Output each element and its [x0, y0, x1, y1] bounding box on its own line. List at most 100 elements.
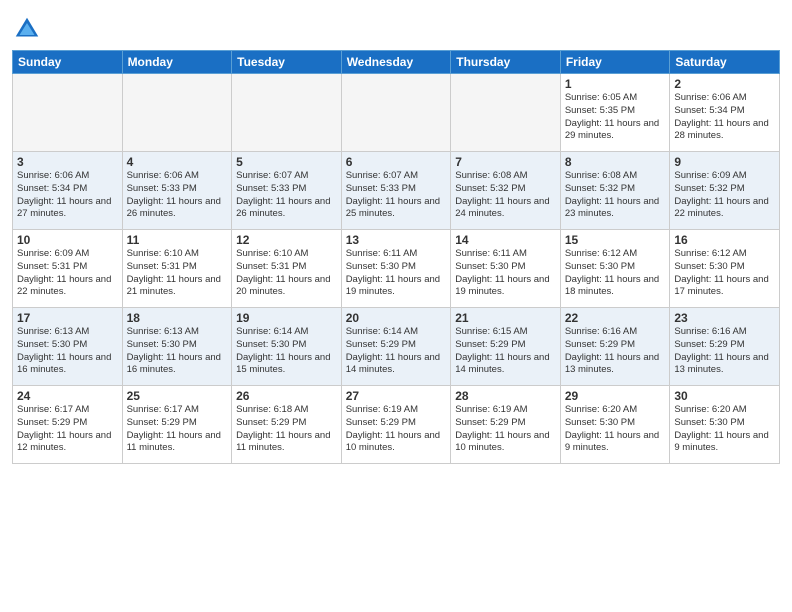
logo [12, 14, 45, 44]
day-number: 4 [127, 155, 228, 169]
day-number: 24 [17, 389, 118, 403]
day-info: Sunrise: 6:07 AM Sunset: 5:33 PM Dayligh… [236, 170, 330, 219]
header-cell-saturday: Saturday [670, 51, 780, 74]
day-info: Sunrise: 6:19 AM Sunset: 5:29 PM Dayligh… [455, 404, 549, 453]
day-info: Sunrise: 6:06 AM Sunset: 5:33 PM Dayligh… [127, 170, 221, 219]
day-info: Sunrise: 6:11 AM Sunset: 5:30 PM Dayligh… [346, 248, 440, 297]
week-row-5: 24Sunrise: 6:17 AM Sunset: 5:29 PM Dayli… [13, 386, 780, 464]
day-info: Sunrise: 6:12 AM Sunset: 5:30 PM Dayligh… [674, 248, 768, 297]
day-number: 10 [17, 233, 118, 247]
day-info: Sunrise: 6:20 AM Sunset: 5:30 PM Dayligh… [674, 404, 768, 453]
day-cell-empty-3 [341, 74, 451, 152]
day-cell-26: 26Sunrise: 6:18 AM Sunset: 5:29 PM Dayli… [232, 386, 342, 464]
header-cell-thursday: Thursday [451, 51, 561, 74]
day-number: 17 [17, 311, 118, 325]
header [12, 10, 780, 44]
day-cell-1: 1Sunrise: 6:05 AM Sunset: 5:35 PM Daylig… [560, 74, 670, 152]
day-cell-20: 20Sunrise: 6:14 AM Sunset: 5:29 PM Dayli… [341, 308, 451, 386]
day-cell-2: 2Sunrise: 6:06 AM Sunset: 5:34 PM Daylig… [670, 74, 780, 152]
day-number: 1 [565, 77, 666, 91]
day-cell-30: 30Sunrise: 6:20 AM Sunset: 5:30 PM Dayli… [670, 386, 780, 464]
day-cell-15: 15Sunrise: 6:12 AM Sunset: 5:30 PM Dayli… [560, 230, 670, 308]
day-info: Sunrise: 6:16 AM Sunset: 5:29 PM Dayligh… [565, 326, 659, 375]
day-cell-27: 27Sunrise: 6:19 AM Sunset: 5:29 PM Dayli… [341, 386, 451, 464]
day-number: 16 [674, 233, 775, 247]
header-cell-friday: Friday [560, 51, 670, 74]
day-number: 14 [455, 233, 556, 247]
logo-icon [12, 14, 42, 44]
day-number: 15 [565, 233, 666, 247]
day-number: 22 [565, 311, 666, 325]
day-number: 21 [455, 311, 556, 325]
day-cell-24: 24Sunrise: 6:17 AM Sunset: 5:29 PM Dayli… [13, 386, 123, 464]
day-cell-empty-4 [451, 74, 561, 152]
day-number: 20 [346, 311, 447, 325]
day-number: 25 [127, 389, 228, 403]
day-number: 13 [346, 233, 447, 247]
day-number: 18 [127, 311, 228, 325]
day-cell-empty-0 [13, 74, 123, 152]
day-number: 3 [17, 155, 118, 169]
week-row-1: 1Sunrise: 6:05 AM Sunset: 5:35 PM Daylig… [13, 74, 780, 152]
day-info: Sunrise: 6:17 AM Sunset: 5:29 PM Dayligh… [17, 404, 111, 453]
day-number: 9 [674, 155, 775, 169]
week-row-4: 17Sunrise: 6:13 AM Sunset: 5:30 PM Dayli… [13, 308, 780, 386]
day-cell-4: 4Sunrise: 6:06 AM Sunset: 5:33 PM Daylig… [122, 152, 232, 230]
day-cell-7: 7Sunrise: 6:08 AM Sunset: 5:32 PM Daylig… [451, 152, 561, 230]
day-cell-19: 19Sunrise: 6:14 AM Sunset: 5:30 PM Dayli… [232, 308, 342, 386]
week-row-3: 10Sunrise: 6:09 AM Sunset: 5:31 PM Dayli… [13, 230, 780, 308]
day-cell-13: 13Sunrise: 6:11 AM Sunset: 5:30 PM Dayli… [341, 230, 451, 308]
day-number: 8 [565, 155, 666, 169]
day-info: Sunrise: 6:10 AM Sunset: 5:31 PM Dayligh… [127, 248, 221, 297]
day-info: Sunrise: 6:13 AM Sunset: 5:30 PM Dayligh… [127, 326, 221, 375]
day-info: Sunrise: 6:14 AM Sunset: 5:30 PM Dayligh… [236, 326, 330, 375]
header-cell-monday: Monday [122, 51, 232, 74]
day-cell-3: 3Sunrise: 6:06 AM Sunset: 5:34 PM Daylig… [13, 152, 123, 230]
day-info: Sunrise: 6:10 AM Sunset: 5:31 PM Dayligh… [236, 248, 330, 297]
day-number: 30 [674, 389, 775, 403]
day-cell-22: 22Sunrise: 6:16 AM Sunset: 5:29 PM Dayli… [560, 308, 670, 386]
calendar: SundayMondayTuesdayWednesdayThursdayFrid… [12, 50, 780, 464]
day-info: Sunrise: 6:11 AM Sunset: 5:30 PM Dayligh… [455, 248, 549, 297]
day-info: Sunrise: 6:20 AM Sunset: 5:30 PM Dayligh… [565, 404, 659, 453]
day-cell-28: 28Sunrise: 6:19 AM Sunset: 5:29 PM Dayli… [451, 386, 561, 464]
day-number: 23 [674, 311, 775, 325]
day-number: 19 [236, 311, 337, 325]
day-info: Sunrise: 6:09 AM Sunset: 5:32 PM Dayligh… [674, 170, 768, 219]
day-cell-23: 23Sunrise: 6:16 AM Sunset: 5:29 PM Dayli… [670, 308, 780, 386]
day-cell-empty-2 [232, 74, 342, 152]
day-number: 26 [236, 389, 337, 403]
day-info: Sunrise: 6:14 AM Sunset: 5:29 PM Dayligh… [346, 326, 440, 375]
day-cell-14: 14Sunrise: 6:11 AM Sunset: 5:30 PM Dayli… [451, 230, 561, 308]
day-cell-9: 9Sunrise: 6:09 AM Sunset: 5:32 PM Daylig… [670, 152, 780, 230]
day-cell-6: 6Sunrise: 6:07 AM Sunset: 5:33 PM Daylig… [341, 152, 451, 230]
day-info: Sunrise: 6:18 AM Sunset: 5:29 PM Dayligh… [236, 404, 330, 453]
day-info: Sunrise: 6:08 AM Sunset: 5:32 PM Dayligh… [455, 170, 549, 219]
day-number: 29 [565, 389, 666, 403]
calendar-header: SundayMondayTuesdayWednesdayThursdayFrid… [13, 51, 780, 74]
day-number: 28 [455, 389, 556, 403]
calendar-body: 1Sunrise: 6:05 AM Sunset: 5:35 PM Daylig… [13, 74, 780, 464]
day-cell-empty-1 [122, 74, 232, 152]
day-cell-10: 10Sunrise: 6:09 AM Sunset: 5:31 PM Dayli… [13, 230, 123, 308]
day-number: 5 [236, 155, 337, 169]
day-info: Sunrise: 6:06 AM Sunset: 5:34 PM Dayligh… [674, 92, 768, 141]
day-info: Sunrise: 6:13 AM Sunset: 5:30 PM Dayligh… [17, 326, 111, 375]
header-cell-tuesday: Tuesday [232, 51, 342, 74]
day-info: Sunrise: 6:07 AM Sunset: 5:33 PM Dayligh… [346, 170, 440, 219]
day-cell-16: 16Sunrise: 6:12 AM Sunset: 5:30 PM Dayli… [670, 230, 780, 308]
day-cell-5: 5Sunrise: 6:07 AM Sunset: 5:33 PM Daylig… [232, 152, 342, 230]
day-number: 27 [346, 389, 447, 403]
day-cell-11: 11Sunrise: 6:10 AM Sunset: 5:31 PM Dayli… [122, 230, 232, 308]
header-cell-wednesday: Wednesday [341, 51, 451, 74]
day-cell-17: 17Sunrise: 6:13 AM Sunset: 5:30 PM Dayli… [13, 308, 123, 386]
day-cell-25: 25Sunrise: 6:17 AM Sunset: 5:29 PM Dayli… [122, 386, 232, 464]
day-cell-29: 29Sunrise: 6:20 AM Sunset: 5:30 PM Dayli… [560, 386, 670, 464]
day-info: Sunrise: 6:12 AM Sunset: 5:30 PM Dayligh… [565, 248, 659, 297]
day-info: Sunrise: 6:19 AM Sunset: 5:29 PM Dayligh… [346, 404, 440, 453]
header-cell-sunday: Sunday [13, 51, 123, 74]
day-number: 7 [455, 155, 556, 169]
day-info: Sunrise: 6:16 AM Sunset: 5:29 PM Dayligh… [674, 326, 768, 375]
day-number: 12 [236, 233, 337, 247]
day-info: Sunrise: 6:06 AM Sunset: 5:34 PM Dayligh… [17, 170, 111, 219]
